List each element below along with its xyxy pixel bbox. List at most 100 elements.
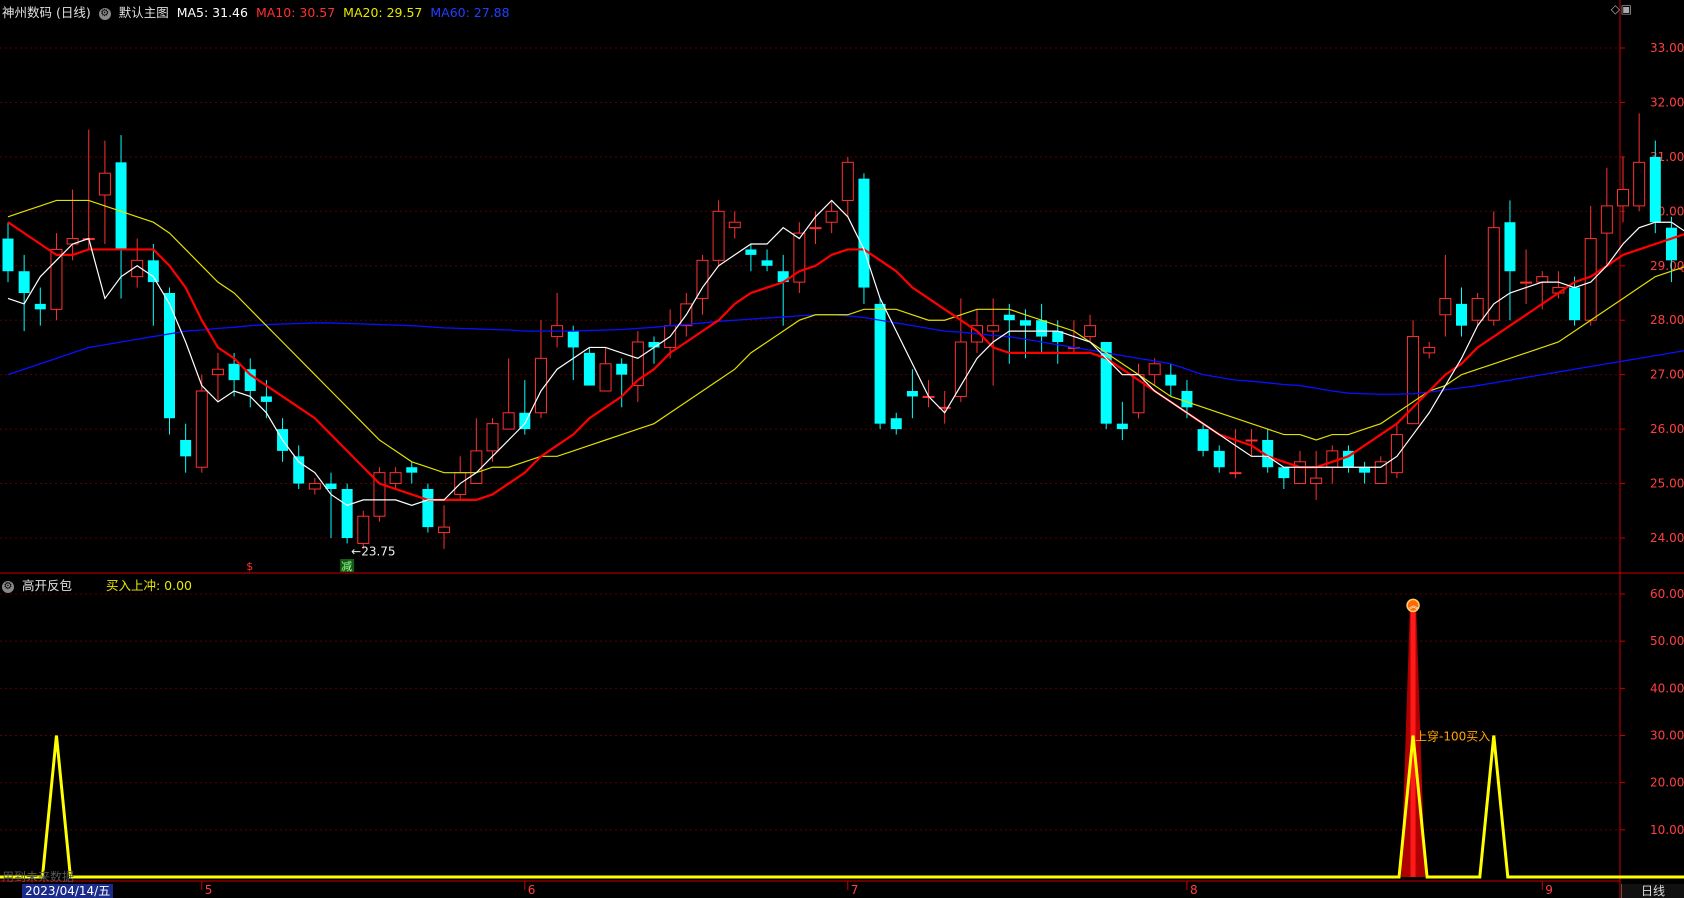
signal-label: 上穿-100买入 <box>1415 729 1490 744</box>
x-month-label: 8 <box>1190 883 1198 897</box>
candle-body <box>1456 303 1467 326</box>
candle-body <box>858 178 870 288</box>
y-tick-label: 24.00 <box>1650 531 1684 545</box>
candle-body <box>1359 467 1371 473</box>
candle-body <box>1278 467 1290 479</box>
candle-body <box>712 210 725 261</box>
indicator-tick-label: 50.00 <box>1650 634 1684 648</box>
candle-body <box>98 172 111 196</box>
candle-body <box>228 363 240 381</box>
candle-body <box>696 259 709 299</box>
indicator-tick-label: 20.00 <box>1650 776 1684 790</box>
candle-body <box>211 368 224 376</box>
indicator-tick-label: 30.00 <box>1650 729 1684 743</box>
candle-body <box>1116 423 1128 430</box>
candle-body <box>890 418 902 430</box>
candle-body <box>1600 205 1613 234</box>
candle-body <box>422 489 434 528</box>
y-tick-label: 33.00 <box>1650 41 1684 55</box>
candle-body <box>1213 450 1225 468</box>
candle-body <box>874 303 886 424</box>
candle-body <box>1310 477 1323 485</box>
y-tick-label: 27.00 <box>1650 368 1684 382</box>
candle-body <box>1633 161 1646 207</box>
candle-body <box>147 260 159 283</box>
candle-body <box>195 390 208 468</box>
candle-body <box>1504 222 1516 272</box>
candle-body <box>954 341 967 397</box>
x-month-label: 7 <box>851 883 859 897</box>
candle-body <box>1487 227 1500 321</box>
candle-body <box>389 472 402 485</box>
candle-body <box>341 489 353 538</box>
candle-body <box>1536 276 1549 283</box>
candle-body <box>244 369 256 391</box>
candle-body <box>34 303 46 310</box>
candle-body <box>745 249 757 255</box>
candle-body <box>1569 287 1581 321</box>
signal-up-arrow: ︽ <box>1409 601 1418 611</box>
candle-body <box>583 352 595 386</box>
candle-body <box>357 515 370 544</box>
candle-body <box>825 210 838 223</box>
candle-body <box>293 456 305 484</box>
x-month-label: 6 <box>528 883 536 897</box>
y-tick-label: 29.00 <box>1650 259 1684 273</box>
candle-body <box>841 161 854 201</box>
candle-body <box>728 221 741 229</box>
candle-body <box>1148 363 1161 376</box>
candle-body <box>325 483 337 489</box>
indicator-tick-label: 10.00 <box>1650 823 1684 837</box>
candle-body <box>260 396 272 402</box>
future-data-notice: 用到未来数据 <box>2 870 75 884</box>
candle-body <box>438 526 451 534</box>
candle-body <box>567 331 579 348</box>
ma60-line <box>7 314 1684 395</box>
x-month-label: 5 <box>205 883 213 897</box>
y-tick-label: 32.00 <box>1650 95 1684 109</box>
event-dollar-marker: $ <box>246 560 253 573</box>
candlestick-chart[interactable]: 24.0025.0026.0027.0028.0029.0030.0031.00… <box>0 0 1684 898</box>
candle-body <box>1084 325 1097 338</box>
candle-body <box>1165 374 1177 386</box>
y-tick-label: 28.00 <box>1650 313 1684 327</box>
candle-body <box>1181 391 1193 408</box>
candle-body <box>1520 281 1533 284</box>
candle-body <box>1649 156 1661 223</box>
candle-body <box>308 483 321 490</box>
candle-body <box>1390 434 1403 474</box>
cursor-date: 2023/04/14/五 <box>22 884 114 898</box>
candle-body <box>809 227 822 230</box>
candle-body <box>18 271 30 293</box>
candle-body <box>115 162 127 250</box>
event-jian-marker: 减 <box>341 560 352 573</box>
candle-body <box>1003 314 1015 321</box>
candle-body <box>761 260 773 266</box>
ma20-line <box>7 199 1684 474</box>
indicator-tick-label: 60.00 <box>1650 587 1684 601</box>
candle-body <box>1665 227 1677 261</box>
y-tick-label: 25.00 <box>1650 477 1684 491</box>
candle-body <box>1471 297 1484 321</box>
candle-body <box>486 423 499 452</box>
candle-body <box>599 363 612 392</box>
candle-body <box>406 467 418 473</box>
candle-body <box>502 412 515 430</box>
candle-body <box>1019 320 1031 326</box>
candle-body <box>1439 297 1452 316</box>
low-price-label: ←23.75 <box>351 545 395 559</box>
candle-body <box>2 238 14 272</box>
ma10-line <box>7 221 1684 501</box>
period-mode[interactable]: 日线 <box>1621 884 1684 898</box>
x-month-label: 9 <box>1545 883 1553 897</box>
candle-body <box>987 325 1000 332</box>
candle-body <box>1197 429 1209 451</box>
candle-body <box>1245 439 1258 442</box>
candle-body <box>1584 238 1597 321</box>
candle-body <box>616 363 628 375</box>
candle-body <box>1229 472 1242 475</box>
candle-body <box>906 391 918 397</box>
candle-body <box>1036 320 1048 337</box>
candle-body <box>1326 450 1339 468</box>
candle-body <box>180 440 192 457</box>
